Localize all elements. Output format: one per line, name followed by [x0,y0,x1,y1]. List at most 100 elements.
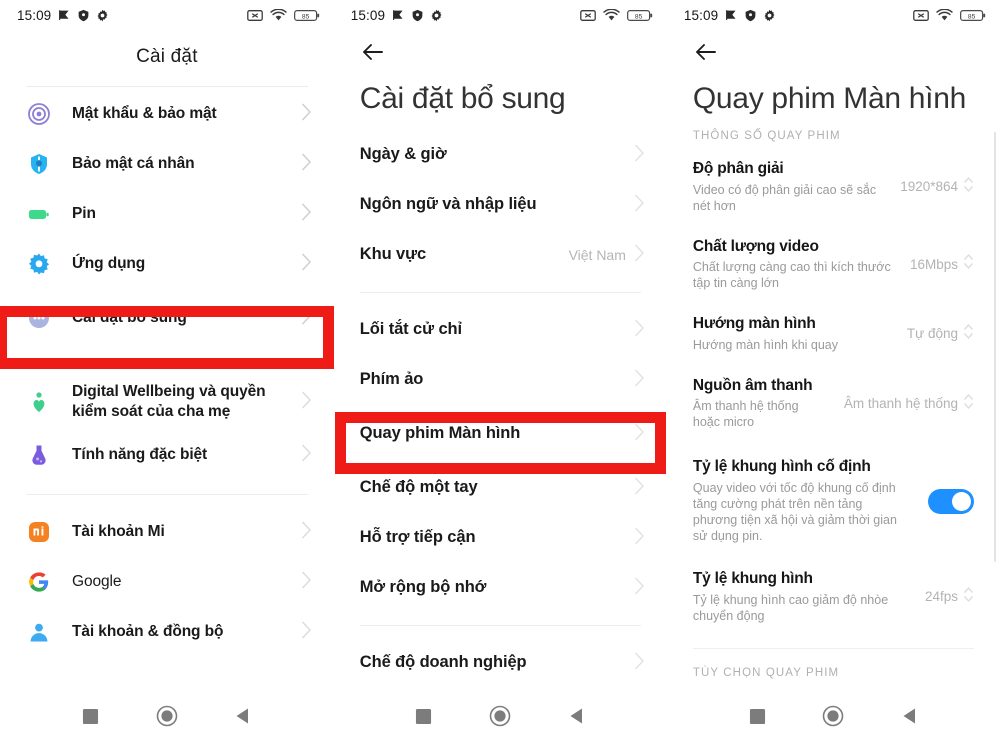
list-item[interactable]: Chế độ doanh nghiệp [334,638,667,688]
setting-title: Tỷ lệ khung hình [692,569,813,587]
recents-button[interactable] [409,701,439,731]
list-item-label: Ngày & giờ [359,145,447,164]
list-item[interactable]: Chế độ một tay [334,463,667,513]
list-item-label: Cài đặt bổ sung [72,309,187,327]
stepper-updown-icon[interactable] [963,253,974,275]
back-arrow-icon[interactable] [360,39,386,65]
back-arrow-icon[interactable] [693,39,719,65]
setting-row-frame-rate[interactable]: Tỷ lệ khung hình Tỷ lệ khung hình cao gi… [667,556,1000,636]
home-button[interactable] [818,701,848,731]
battery-icon: 85 [293,9,320,22]
setting-row-screen-orientation[interactable]: Hướng màn hình Hướng màn hình khi quay T… [667,303,1000,365]
list-item[interactable]: Mở rộng bộ nhớ [334,563,667,613]
list-item-label: Google [72,573,122,591]
list-item[interactable]: Pin [0,189,334,239]
setting-description: Video có độ phân giải cao sẽ sắc nét hơn [692,182,877,213]
list-item[interactable]: Phím ảo [334,355,667,405]
list-item[interactable]: Tính năng đặc biệt [0,430,334,480]
list-item[interactable]: Bảo mật cá nhân [0,139,334,189]
page-title: Cài đặt [136,46,198,67]
setting-row-fixed-frame-rate[interactable]: Tỷ lệ khung hình cố định Quay video với … [667,442,1000,556]
apps-gear-icon [26,251,52,277]
battery-level-text: 85 [302,13,310,20]
list-item[interactable]: Khu vực Việt Nam [334,230,667,280]
sidebar-item-screen-recorder[interactable]: Quay phim Màn hình [334,405,667,463]
list-item[interactable]: Ngôn ngữ và nhập liệu [334,180,667,230]
setting-description: Chất lượng càng cao thì kích thước tập t… [692,260,891,291]
back-button[interactable] [895,701,925,731]
toggle-knob [952,491,971,511]
list-item-label: Tài khoản Mi [72,523,165,541]
back-button[interactable] [228,701,258,731]
setting-value: 16Mbps [909,256,958,272]
chevron-right-icon [301,620,312,644]
list-item-label: Ứng dụng [72,255,146,273]
setting-row-video-quality[interactable]: Chất lượng video Chất lượng càng cao thì… [667,226,1000,304]
three-phone-screenshots: 15:09 85 Cài đặt Mật khẩu & bảo mật Bảo … [0,0,1000,741]
chevron-right-icon [634,526,645,550]
recents-button[interactable] [742,701,772,731]
list-item[interactable]: Tài khoản & đồng bộ [0,607,334,657]
list-item-label: Hỗ trợ tiếp cận [359,528,476,547]
location-arrow-icon [58,9,71,22]
chevron-right-icon [301,570,312,594]
list-item-label: Quay phim Màn hình [359,424,521,443]
no-sim-icon [913,9,929,22]
list-item[interactable]: Digital Wellbeing và quyền kiểm soát của… [0,374,334,430]
list-item-value: Việt Nam [568,247,626,263]
back-nav[interactable] [667,30,1000,74]
list-item[interactable]: Mật khẩu & bảo mật [0,89,334,139]
settings-list-group-2: Digital Wellbeing và quyền kiểm soát của… [0,372,334,480]
stepper-updown-icon[interactable] [963,176,974,198]
chevron-right-icon [634,243,645,267]
vertical-scrollbar[interactable] [994,132,996,562]
chevron-right-icon [634,318,645,342]
stepper-updown-icon[interactable] [963,393,974,415]
list-item-label: Bảo mật cá nhân [72,155,195,173]
battery-icon: 85 [626,9,653,22]
nav-bar [333,691,667,741]
recents-button[interactable] [75,701,105,731]
svg-text:85: 85 [968,13,976,20]
list-item[interactable]: Ứng dụng [0,239,334,289]
list-item[interactable]: Tài khoản Mi [0,507,334,557]
settings-group-datetime: Ngày & giờ Ngôn ngữ và nhập liệu Khu vực… [334,116,667,280]
chevron-right-icon [301,443,312,467]
setting-row-resolution[interactable]: Độ phân giải Video có độ phân giải cao s… [667,148,1000,226]
setting-description: Âm thanh hệ thống hoặc micro [692,399,799,430]
list-item[interactable]: Hỗ trợ tiếp cận [334,513,667,563]
setting-value: Tự động [906,326,958,342]
panel-settings-home: 15:09 85 Cài đặt Mật khẩu & bảo mật Bảo … [0,0,334,741]
back-nav[interactable] [334,30,667,74]
wifi-icon [270,8,287,22]
home-button[interactable] [152,701,182,731]
list-item-label: Ngôn ngữ và nhập liệu [359,195,537,214]
back-button[interactable] [562,701,592,731]
page-title: Cài đặt bổ sung [359,82,566,115]
home-button[interactable] [485,701,515,731]
setting-row-audio-source[interactable]: Nguồn âm thanh Âm thanh hệ thống hoặc mi… [667,365,1000,443]
stepper-updown-icon[interactable] [963,586,974,608]
chevron-right-icon [634,422,645,446]
status-time: 15:09 [683,7,719,23]
list-item[interactable]: Lối tắt cử chỉ [334,305,667,355]
stepper-updown-icon[interactable] [963,323,974,345]
account-sync-icon [26,619,52,645]
wifi-icon [936,8,953,22]
divider [359,292,641,293]
chevron-right-icon [301,252,312,276]
settings-list-group-3: Tài khoản Mi Google Tài khoản & đồng bộ [0,505,334,657]
list-item[interactable]: Ngày & giờ [334,130,667,180]
privacy-shield-icon [26,151,52,177]
battery-icon: 85 [960,9,986,22]
recorder-settings-list: Độ phân giải Video có độ phân giải cao s… [667,148,1000,636]
chevron-right-icon [634,143,645,167]
sidebar-item-additional-settings[interactable]: Cài đặt bổ sung [0,289,334,347]
section-header-options: TÙY CHỌN QUAY PHIM [692,666,840,679]
chevron-right-icon [301,520,312,544]
setting-value: 24fps [924,589,958,605]
gear-icon [430,9,443,22]
list-item[interactable]: Google [0,557,334,607]
chevron-right-icon [301,152,312,176]
fixed-frame-rate-toggle[interactable] [928,488,974,514]
